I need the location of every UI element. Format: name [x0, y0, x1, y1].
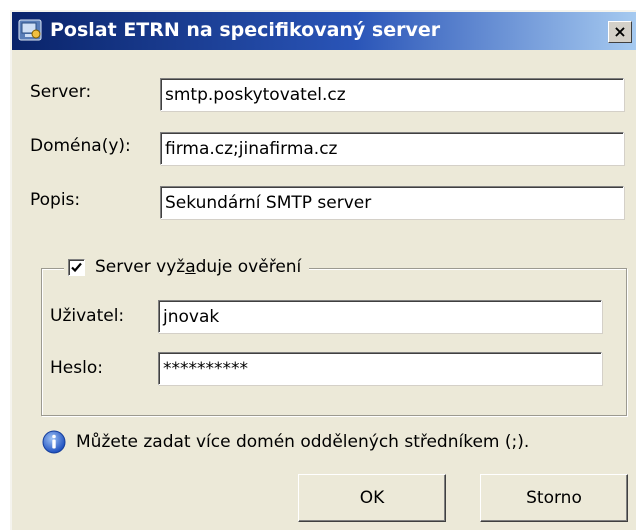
auth-checkbox[interactable] [68, 258, 85, 276]
close-icon: × [613, 22, 627, 41]
auth-checkbox-label: Server vyžaduje ověření [95, 257, 302, 277]
close-button[interactable]: × [608, 21, 632, 43]
window-title: Poslat ETRN na specifikovaný server [50, 19, 441, 41]
app-icon [18, 19, 42, 41]
domains-input-value: firma.cz;jinafirma.cz [165, 138, 338, 159]
cancel-button-label: Storno [526, 488, 582, 508]
checkmark-icon [71, 262, 82, 272]
user-input[interactable]: jnovak [158, 300, 602, 333]
description-input-value: Sekundární SMTP server [165, 192, 372, 213]
password-input[interactable]: ********** [158, 352, 602, 385]
description-label: Popis: [30, 190, 81, 210]
title-bar[interactable]: Poslat ETRN na specifikovaný server × [12, 12, 636, 50]
auth-groupbox [41, 268, 627, 416]
info-text: Můžete zadat více domén oddělených střed… [76, 432, 530, 452]
cancel-button[interactable]: Storno [480, 474, 628, 522]
domains-input[interactable]: firma.cz;jinafirma.cz [160, 132, 624, 165]
server-label: Server: [30, 82, 92, 102]
ok-button-label: OK [359, 488, 385, 508]
domains-label: Doména(y): [30, 136, 131, 156]
server-input-value: smtp.poskytovatel.cz [165, 84, 346, 105]
server-input[interactable]: smtp.poskytovatel.cz [160, 78, 624, 111]
user-label: Uživatel: [50, 306, 125, 326]
password-label: Heslo: [50, 358, 103, 378]
info-icon [42, 430, 66, 454]
password-input-value: ********** [163, 358, 248, 379]
user-input-value: jnovak [163, 306, 220, 327]
etrn-dialog: Poslat ETRN na specifikovaný server × Se… [10, 10, 636, 530]
auth-checkbox-row[interactable]: Server vyžaduje ověření [64, 254, 310, 280]
description-input[interactable]: Sekundární SMTP server [160, 186, 624, 219]
ok-button[interactable]: OK [298, 474, 446, 522]
